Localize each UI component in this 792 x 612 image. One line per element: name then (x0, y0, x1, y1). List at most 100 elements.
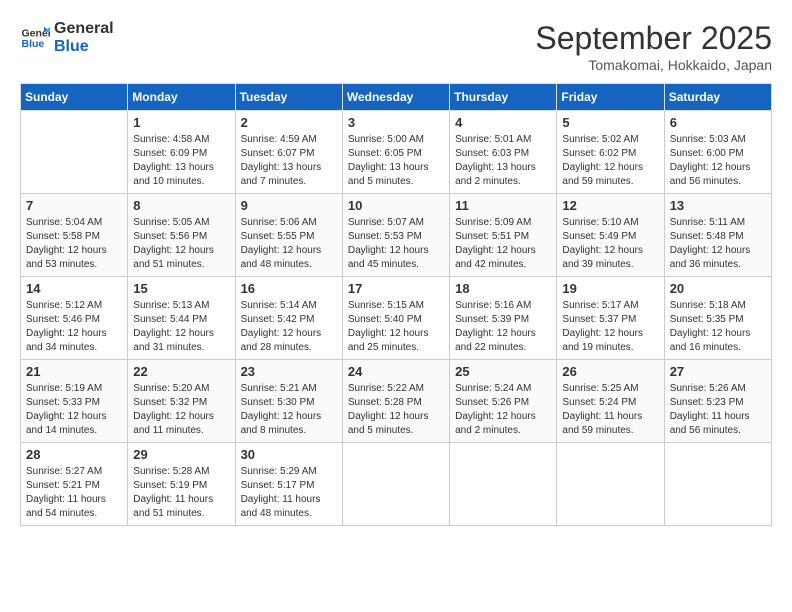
calendar-cell: 1 Sunrise: 4:58 AM Sunset: 6:09 PM Daylig… (128, 111, 235, 194)
day-info: Sunrise: 5:03 AM Sunset: 6:00 PM Dayligh… (670, 133, 766, 189)
logo-icon: General Blue (20, 23, 50, 53)
day-number: 23 (241, 364, 337, 379)
day-info: Sunrise: 5:22 AM Sunset: 5:28 PM Dayligh… (348, 382, 444, 438)
day-number: 16 (241, 281, 337, 296)
calendar-cell: 11 Sunrise: 5:09 AM Sunset: 5:51 PM Dayli… (450, 194, 557, 277)
day-number: 4 (455, 115, 551, 130)
day-info: Sunrise: 5:01 AM Sunset: 6:03 PM Dayligh… (455, 133, 551, 189)
calendar-cell: 22 Sunrise: 5:20 AM Sunset: 5:32 PM Dayli… (128, 360, 235, 443)
day-number: 13 (670, 198, 766, 213)
calendar-cell (557, 443, 664, 526)
logo-blue: Blue (54, 38, 114, 56)
day-number: 19 (562, 281, 658, 296)
calendar-cell: 15 Sunrise: 5:13 AM Sunset: 5:44 PM Dayli… (128, 277, 235, 360)
calendar-cell: 24Sunrise: 5:22 AM Sunset: 5:28 PM Dayli… (342, 360, 449, 443)
svg-text:Blue: Blue (22, 38, 45, 50)
day-info: Sunrise: 5:10 AM Sunset: 5:49 PM Dayligh… (562, 216, 658, 272)
day-number: 8 (133, 198, 229, 213)
calendar-cell (342, 443, 449, 526)
day-info: Sunrise: 5:25 AM Sunset: 5:24 PM Dayligh… (562, 382, 658, 438)
day-info: Sunrise: 5:13 AM Sunset: 5:44 PM Dayligh… (133, 299, 229, 355)
day-info: Sunrise: 5:29 AM Sunset: 5:17 PM Dayligh… (241, 465, 337, 521)
day-number: 3 (348, 115, 444, 130)
calendar-table: SundayMondayTuesdayWednesdayThursdayFrid… (20, 83, 772, 526)
col-header-monday: Monday (128, 84, 235, 111)
calendar-cell: 18 Sunrise: 5:16 AM Sunset: 5:39 PM Dayli… (450, 277, 557, 360)
calendar-cell: 27Sunrise: 5:26 AM Sunset: 5:23 PM Dayli… (664, 360, 771, 443)
week-row-5: 28 Sunrise: 5:27 AM Sunset: 5:21 PM Dayli… (21, 443, 772, 526)
calendar-cell (21, 111, 128, 194)
day-info: Sunrise: 5:17 AM Sunset: 5:37 PM Dayligh… (562, 299, 658, 355)
week-row-2: 7Sunrise: 5:04 AM Sunset: 5:58 PM Daylig… (21, 194, 772, 277)
calendar-cell: 25 Sunrise: 5:24 AM Sunset: 5:26 PM Dayli… (450, 360, 557, 443)
logo: General Blue General Blue (20, 20, 114, 55)
day-info: Sunrise: 5:24 AM Sunset: 5:26 PM Dayligh… (455, 382, 551, 438)
day-info: Sunrise: 4:58 AM Sunset: 6:09 PM Dayligh… (133, 133, 229, 189)
day-number: 1 (133, 115, 229, 130)
calendar-cell: 20 Sunrise: 5:18 AM Sunset: 5:35 PM Dayli… (664, 277, 771, 360)
day-info: Sunrise: 5:27 AM Sunset: 5:21 PM Dayligh… (26, 465, 122, 521)
calendar-cell: 9 Sunrise: 5:06 AM Sunset: 5:55 PM Daylig… (235, 194, 342, 277)
day-number: 11 (455, 198, 551, 213)
title-block: September 2025 Tomakomai, Hokkaido, Japa… (535, 20, 772, 73)
day-info: Sunrise: 5:16 AM Sunset: 5:39 PM Dayligh… (455, 299, 551, 355)
week-row-3: 14 Sunrise: 5:12 AM Sunset: 5:46 PM Dayli… (21, 277, 772, 360)
logo-general: General (54, 20, 114, 38)
day-number: 18 (455, 281, 551, 296)
calendar-cell: 21Sunrise: 5:19 AM Sunset: 5:33 PM Dayli… (21, 360, 128, 443)
day-info: Sunrise: 5:11 AM Sunset: 5:48 PM Dayligh… (670, 216, 766, 272)
col-header-friday: Friday (557, 84, 664, 111)
col-header-saturday: Saturday (664, 84, 771, 111)
calendar-cell: 16 Sunrise: 5:14 AM Sunset: 5:42 PM Dayli… (235, 277, 342, 360)
calendar-cell: 26Sunrise: 5:25 AM Sunset: 5:24 PM Dayli… (557, 360, 664, 443)
calendar-cell (450, 443, 557, 526)
day-info: Sunrise: 5:00 AM Sunset: 6:05 PM Dayligh… (348, 133, 444, 189)
calendar-cell: 12 Sunrise: 5:10 AM Sunset: 5:49 PM Dayli… (557, 194, 664, 277)
calendar-cell: 14 Sunrise: 5:12 AM Sunset: 5:46 PM Dayli… (21, 277, 128, 360)
day-number: 27 (670, 364, 766, 379)
col-header-tuesday: Tuesday (235, 84, 342, 111)
day-info: Sunrise: 5:20 AM Sunset: 5:32 PM Dayligh… (133, 382, 229, 438)
calendar-cell: 23 Sunrise: 5:21 AM Sunset: 5:30 PM Dayli… (235, 360, 342, 443)
col-header-wednesday: Wednesday (342, 84, 449, 111)
day-number: 9 (241, 198, 337, 213)
day-number: 14 (26, 281, 122, 296)
calendar-cell: 10Sunrise: 5:07 AM Sunset: 5:53 PM Dayli… (342, 194, 449, 277)
day-number: 5 (562, 115, 658, 130)
day-number: 17 (348, 281, 444, 296)
calendar-cell: 7Sunrise: 5:04 AM Sunset: 5:58 PM Daylig… (21, 194, 128, 277)
month-title: September 2025 (535, 20, 772, 57)
col-header-thursday: Thursday (450, 84, 557, 111)
day-info: Sunrise: 5:02 AM Sunset: 6:02 PM Dayligh… (562, 133, 658, 189)
day-info: Sunrise: 5:06 AM Sunset: 5:55 PM Dayligh… (241, 216, 337, 272)
day-info: Sunrise: 5:09 AM Sunset: 5:51 PM Dayligh… (455, 216, 551, 272)
calendar-cell: 17 Sunrise: 5:15 AM Sunset: 5:40 PM Dayli… (342, 277, 449, 360)
day-number: 12 (562, 198, 658, 213)
calendar-cell (664, 443, 771, 526)
day-number: 20 (670, 281, 766, 296)
calendar-cell: 30 Sunrise: 5:29 AM Sunset: 5:17 PM Dayli… (235, 443, 342, 526)
day-number: 29 (133, 447, 229, 462)
day-info: Sunrise: 5:18 AM Sunset: 5:35 PM Dayligh… (670, 299, 766, 355)
calendar-cell: 13 Sunrise: 5:11 AM Sunset: 5:48 PM Dayli… (664, 194, 771, 277)
calendar-cell: 2Sunrise: 4:59 AM Sunset: 6:07 PM Daylig… (235, 111, 342, 194)
day-info: Sunrise: 5:14 AM Sunset: 5:42 PM Dayligh… (241, 299, 337, 355)
day-number: 28 (26, 447, 122, 462)
page-header: General Blue General Blue September 2025… (20, 20, 772, 73)
calendar-cell: 3 Sunrise: 5:00 AM Sunset: 6:05 PM Daylig… (342, 111, 449, 194)
calendar-cell: 29 Sunrise: 5:28 AM Sunset: 5:19 PM Dayli… (128, 443, 235, 526)
day-number: 22 (133, 364, 229, 379)
day-info: Sunrise: 5:07 AM Sunset: 5:53 PM Dayligh… (348, 216, 444, 272)
day-info: Sunrise: 5:12 AM Sunset: 5:46 PM Dayligh… (26, 299, 122, 355)
day-info: Sunrise: 5:15 AM Sunset: 5:40 PM Dayligh… (348, 299, 444, 355)
day-info: Sunrise: 5:28 AM Sunset: 5:19 PM Dayligh… (133, 465, 229, 521)
week-row-4: 21Sunrise: 5:19 AM Sunset: 5:33 PM Dayli… (21, 360, 772, 443)
location-subtitle: Tomakomai, Hokkaido, Japan (535, 57, 772, 73)
calendar-cell: 28 Sunrise: 5:27 AM Sunset: 5:21 PM Dayli… (21, 443, 128, 526)
calendar-cell: 8Sunrise: 5:05 AM Sunset: 5:56 PM Daylig… (128, 194, 235, 277)
day-number: 30 (241, 447, 337, 462)
day-number: 25 (455, 364, 551, 379)
day-number: 15 (133, 281, 229, 296)
day-info: Sunrise: 5:04 AM Sunset: 5:58 PM Dayligh… (26, 216, 122, 272)
day-info: Sunrise: 5:21 AM Sunset: 5:30 PM Dayligh… (241, 382, 337, 438)
